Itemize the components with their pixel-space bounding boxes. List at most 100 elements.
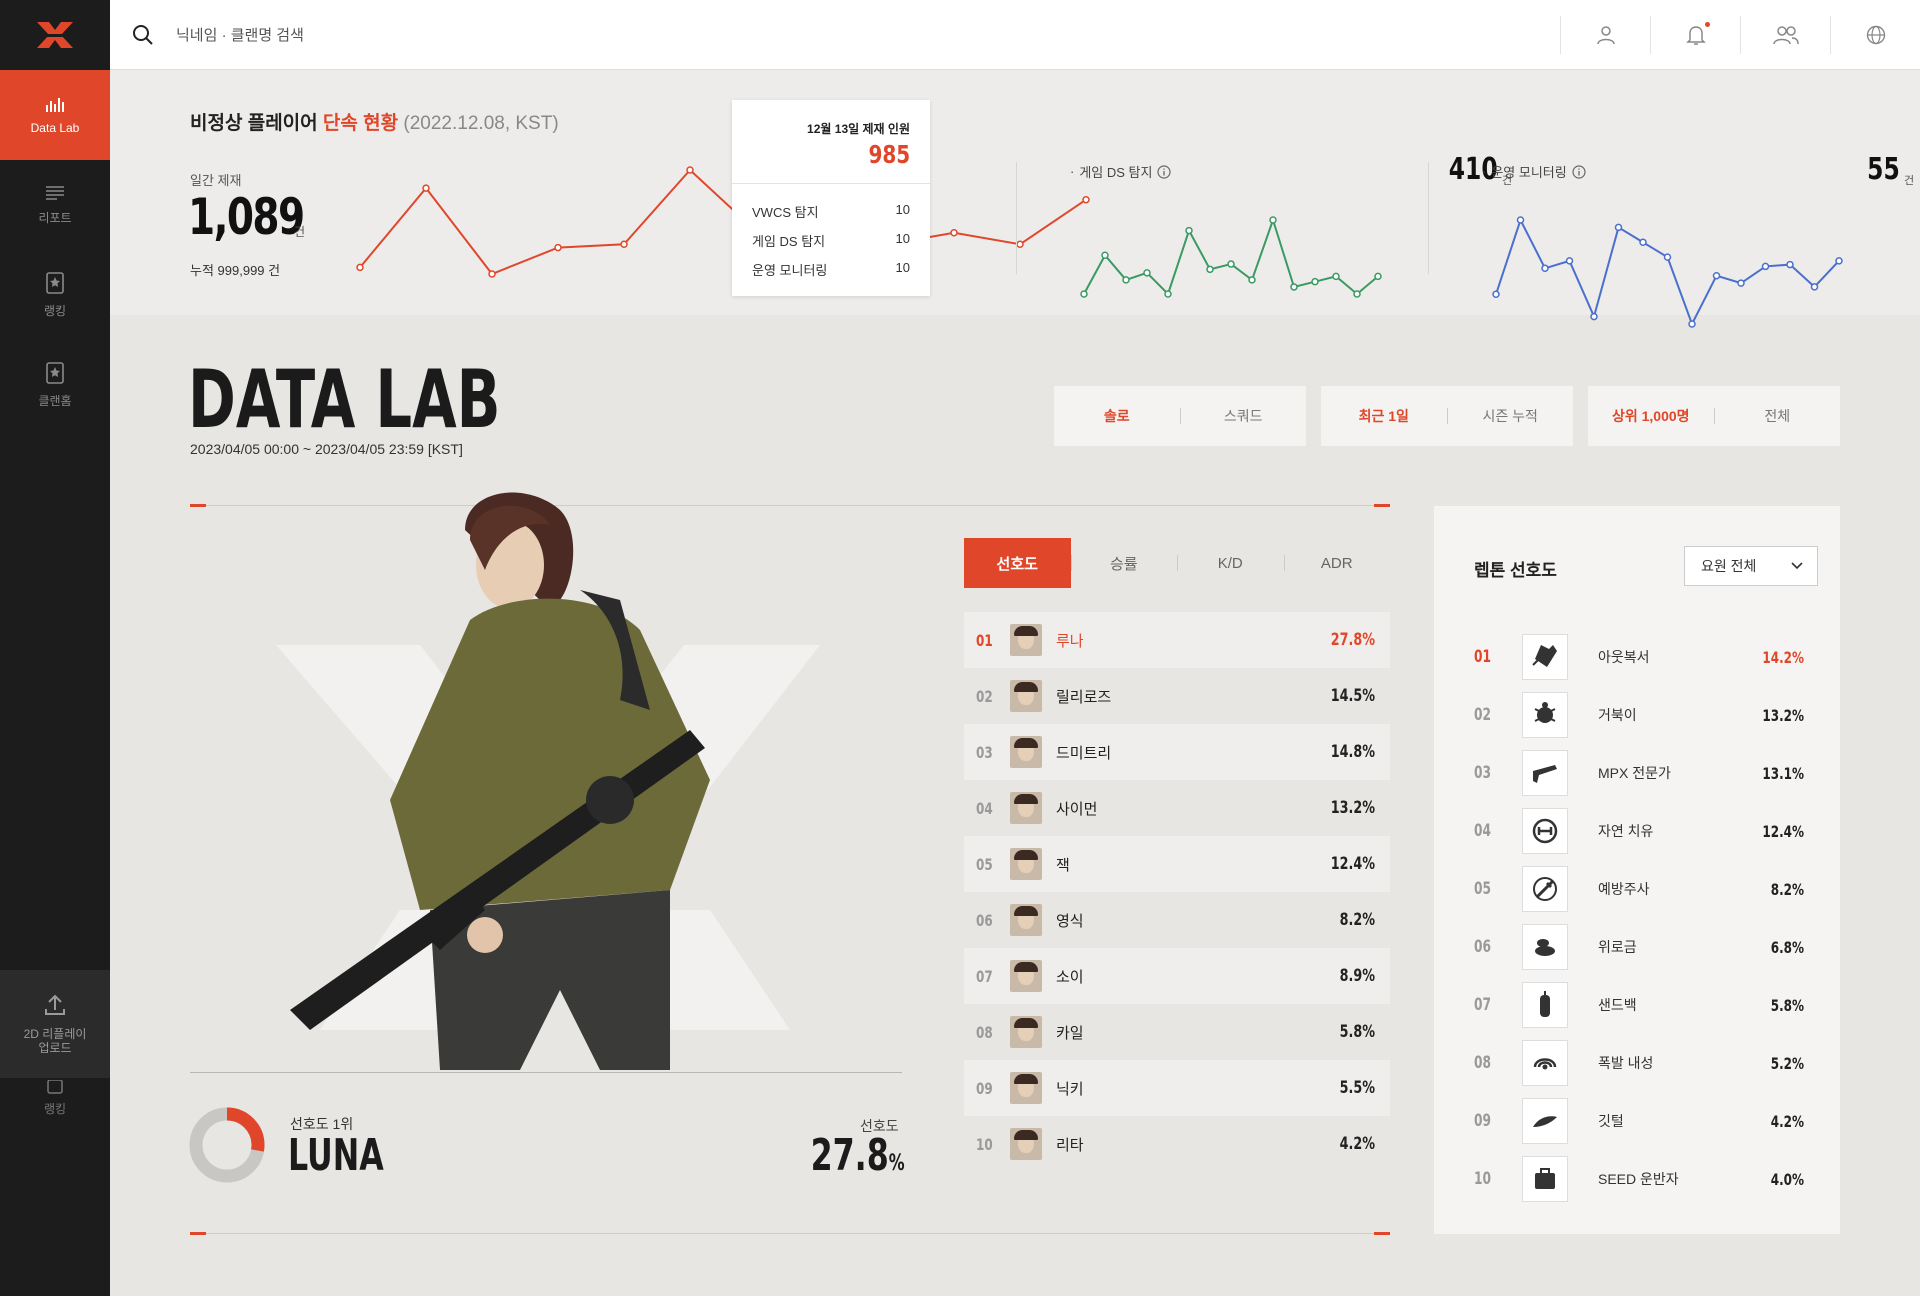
data-point[interactable] (1374, 272, 1382, 281)
tab-kd[interactable]: K/D (1177, 538, 1284, 588)
sandbag-icon (1522, 982, 1568, 1028)
data-point[interactable] (1122, 276, 1130, 284)
list-item[interactable]: 06 영식 8.2% (964, 892, 1390, 948)
data-point[interactable] (1269, 216, 1277, 224)
data-point[interactable] (1565, 257, 1574, 265)
data-point[interactable] (1835, 257, 1843, 265)
data-point[interactable] (1663, 253, 1672, 261)
list-item[interactable]: 01 루나 27.8% (964, 612, 1390, 668)
tab-preference[interactable]: 선호도 (964, 538, 1071, 588)
list-item[interactable]: 01 아웃복서 14.2% (1474, 628, 1804, 686)
list-item[interactable]: 07 샌드백 5.8% (1474, 976, 1804, 1034)
info-icon[interactable] (1157, 164, 1172, 179)
list-item[interactable]: 02 거북이 13.2% (1474, 686, 1804, 744)
agent-filter-select[interactable]: 요원 전체 (1684, 546, 1818, 586)
sidebar-item-ranking[interactable]: 랭킹 (0, 250, 110, 340)
mode-filter: 솔로 스쿼드 (1054, 386, 1306, 446)
data-point[interactable] (1206, 265, 1214, 274)
list-item[interactable]: 02 릴리로즈 14.5% (964, 668, 1390, 724)
data-point[interactable] (1541, 264, 1549, 273)
filter-squad-button[interactable]: 스쿼드 (1181, 406, 1307, 426)
tab-winrate[interactable]: 승률 (1070, 538, 1178, 588)
sidebar-item-datalab[interactable]: Data Lab (0, 70, 110, 160)
data-point[interactable] (356, 263, 364, 272)
list-item[interactable]: 05 예방주사 8.2% (1474, 860, 1804, 918)
data-point[interactable] (1143, 269, 1151, 277)
profile-button[interactable] (1560, 16, 1650, 54)
list-item[interactable]: 06 위로금 6.8% (1474, 918, 1804, 976)
tab-adr[interactable]: ADR (1283, 538, 1391, 588)
data-point[interactable] (620, 240, 628, 249)
data-point[interactable] (1761, 262, 1770, 271)
ds-detect-chart[interactable] (1070, 202, 1390, 302)
filter-all-button[interactable]: 전체 (1715, 406, 1841, 426)
data-point[interactable] (950, 228, 958, 237)
logo-icon[interactable] (0, 0, 110, 70)
avatar (1010, 904, 1042, 936)
bag-icon (1522, 1156, 1568, 1202)
globe-icon (1866, 25, 1885, 45)
data-point[interactable] (1185, 226, 1193, 235)
list-item[interactable]: 03 드미트리 14.8% (964, 724, 1390, 780)
monitoring-label: · 운영 모니터링 (1482, 162, 1586, 181)
replay-upload-button[interactable]: 2D 리플레이 업로드 (0, 970, 110, 1078)
search-input[interactable] (176, 22, 576, 48)
list-item[interactable]: 04 자연 치유 12.4% (1474, 802, 1804, 860)
data-point[interactable] (1311, 277, 1319, 286)
filter-top1000-button[interactable]: 상위 1,000명 (1588, 406, 1714, 426)
data-point[interactable] (1080, 290, 1088, 298)
data-point[interactable] (488, 270, 496, 278)
list-item[interactable]: 07 소이 8.9% (964, 948, 1390, 1004)
data-point[interactable] (1492, 290, 1500, 299)
info-icon[interactable] (1572, 164, 1586, 179)
data-point[interactable] (1712, 271, 1721, 280)
data-point[interactable] (1227, 260, 1235, 268)
data-point[interactable] (1290, 283, 1298, 291)
rank-number: 06 (976, 910, 993, 930)
accent-mark (1374, 504, 1390, 507)
data-point[interactable] (1164, 290, 1172, 298)
list-item[interactable]: 10 리타 4.2% (964, 1116, 1390, 1172)
data-point[interactable] (422, 184, 430, 192)
search-icon[interactable] (132, 24, 154, 46)
list-item[interactable]: 05 잭 12.4% (964, 836, 1390, 892)
list-item[interactable]: 09 깃털 4.2% (1474, 1092, 1804, 1150)
data-point[interactable] (1810, 283, 1819, 291)
data-point[interactable] (1332, 272, 1340, 281)
monitoring-chart[interactable] (1482, 202, 1862, 332)
filter-recent-day-button[interactable]: 최근 1일 (1321, 406, 1447, 426)
friends-button[interactable] (1740, 16, 1830, 54)
language-button[interactable] (1830, 16, 1920, 54)
sidebar-item-report[interactable]: 리포트 (0, 160, 110, 250)
data-point[interactable] (1248, 276, 1256, 284)
list-item[interactable]: 08 폭발 내성 5.2% (1474, 1034, 1804, 1092)
sidebar-item-ranking-scrolled[interactable]: 랭킹 (0, 1080, 110, 1120)
series-line (359, 168, 1087, 276)
sidebar-item-clan[interactable]: 클랜홈 (0, 340, 110, 430)
data-point[interactable] (1353, 290, 1361, 298)
data-point[interactable] (1016, 240, 1024, 249)
data-point[interactable] (1639, 238, 1647, 247)
data-point[interactable] (1737, 279, 1745, 287)
data-point[interactable] (1614, 223, 1623, 232)
list-item[interactable]: 08 카일 5.8% (964, 1004, 1390, 1060)
notification-button[interactable] (1650, 16, 1740, 54)
dot-icon: · (1482, 164, 1487, 179)
data-point[interactable] (1101, 251, 1109, 259)
data-point[interactable] (1590, 312, 1598, 321)
list-item[interactable]: 10 SEED 운반자 4.0% (1474, 1150, 1804, 1208)
perk-pct: 4.0% (1770, 1169, 1804, 1189)
data-point[interactable] (686, 166, 694, 174)
data-point[interactable] (1688, 320, 1696, 328)
data-point[interactable] (1516, 216, 1525, 224)
list-icon (46, 185, 64, 200)
filter-season-button[interactable]: 시즌 누적 (1448, 406, 1574, 426)
rank-number: 03 (976, 742, 993, 762)
list-item[interactable]: 09 닉키 5.5% (964, 1060, 1390, 1116)
character-pct: 5.5% (1339, 1078, 1375, 1098)
data-point[interactable] (1786, 260, 1794, 269)
filter-solo-button[interactable]: 솔로 (1054, 406, 1180, 426)
list-item[interactable]: 04 사이먼 13.2% (964, 780, 1390, 836)
data-point[interactable] (554, 243, 562, 252)
list-item[interactable]: 03 MPX 전문가 13.1% (1474, 744, 1804, 802)
